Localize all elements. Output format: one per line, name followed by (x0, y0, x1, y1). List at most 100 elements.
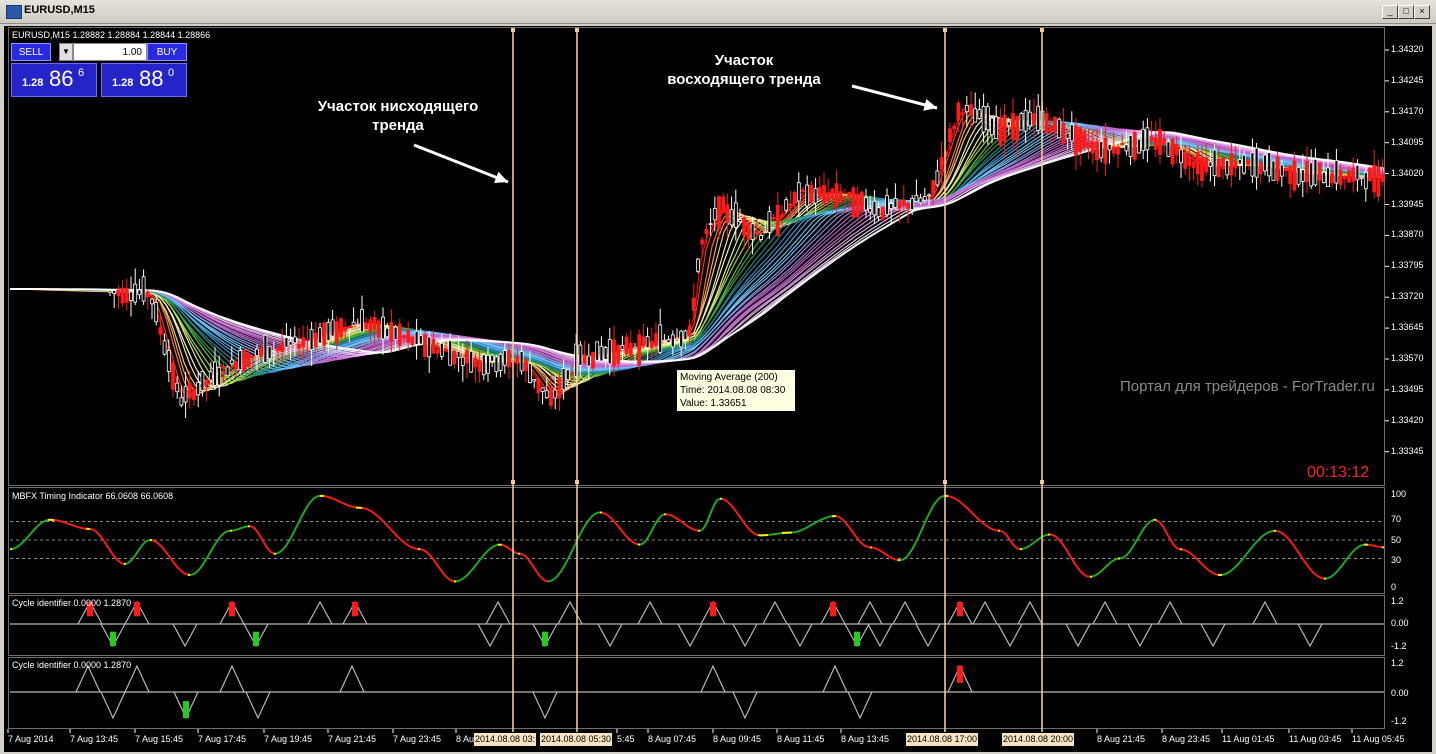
candle-body (994, 116, 999, 139)
vertical-marker-handle[interactable] (943, 28, 947, 32)
sell-button[interactable]: SELL (11, 43, 51, 61)
mbfx-segment (707, 514, 711, 521)
vertical-marker-handle[interactable] (575, 480, 579, 484)
vertical-marker-handle[interactable] (1040, 28, 1044, 32)
candle-body (154, 302, 159, 323)
buy-button[interactable]: BUY (147, 43, 187, 61)
candle-body (1246, 160, 1251, 166)
mbfx-segment (1061, 542, 1065, 547)
vertical-marker-handle[interactable] (511, 28, 515, 32)
mbfx-segment (957, 499, 961, 503)
mbfx-segment (75, 525, 79, 529)
mbfx-segment (473, 564, 477, 569)
mbfx-segment (439, 568, 443, 573)
vertical-marker-handle[interactable] (575, 28, 579, 32)
moving-average-line (10, 122, 1385, 371)
main-y-tick-label: 1.34320 (1391, 44, 1424, 54)
candle-body (1174, 144, 1179, 156)
candle-body (1200, 157, 1204, 181)
mbfx-segment (1007, 536, 1011, 541)
cycle-signal-bar (253, 631, 259, 646)
mbfx-segment (749, 529, 753, 533)
mbfx-segment (849, 527, 853, 532)
mbfx-segment (907, 552, 911, 556)
mbfx-segment (295, 523, 299, 529)
ask-price-box[interactable]: 1.28 88 0 (101, 63, 187, 97)
mbfx-segment (315, 495, 319, 498)
mbfx-segment (67, 522, 71, 526)
candle-body (1107, 144, 1112, 151)
mbfx-segment (563, 562, 567, 567)
vertical-marker-handle[interactable] (511, 480, 515, 484)
mbfx-segment (1289, 540, 1293, 544)
mbfx-segment (449, 578, 453, 582)
mbfx-segment (1057, 537, 1061, 542)
x-axis-crosshair-date: 2014.08.08 03: (474, 733, 537, 746)
watermark-text: Портал для трейдеров - ForTrader.ru (1120, 378, 1375, 395)
mbfx-segment (727, 501, 731, 505)
mbfx-segment (1253, 541, 1257, 546)
mbfx-segment (723, 498, 727, 502)
bid-price-prefix: 1.28 (22, 77, 44, 89)
candle-body (712, 208, 717, 221)
candle-body (234, 361, 238, 370)
candle-body (935, 170, 940, 186)
mbfx-segment (801, 528, 805, 531)
candle-body (599, 345, 604, 362)
mbfx-segment (531, 563, 535, 569)
mbfx-segment (939, 495, 943, 499)
candle-body (649, 340, 654, 349)
mbfx-segment (1063, 545, 1067, 550)
cycle-1-y-tick-label: 1.2 (1391, 596, 1404, 606)
mbfx-segment (217, 536, 221, 541)
mbfx-segment (1083, 573, 1087, 577)
mbfx-segment (1291, 542, 1295, 547)
cycle-spike (477, 623, 503, 648)
mbfx-segment (1149, 519, 1153, 523)
candle-body (1204, 157, 1209, 173)
candle-body (565, 369, 570, 380)
mbfx-segment (493, 544, 497, 548)
mbfx-segment (701, 527, 705, 531)
mbfx-segment (691, 527, 695, 531)
mbfx-segment (475, 561, 479, 566)
candle-body (120, 287, 125, 304)
mbfx-segment (1185, 549, 1189, 553)
lot-decrease-button[interactable]: ▼ (59, 43, 73, 61)
candle-body (641, 336, 646, 346)
candle-body (792, 192, 797, 205)
mbfx-segment (99, 534, 103, 539)
mbfx-segment (1329, 575, 1333, 579)
candle-body (1116, 146, 1120, 155)
mbfx-segment (423, 549, 427, 553)
mbfx-segment (603, 512, 607, 516)
candle-body (742, 217, 747, 236)
mbfx-segment (1233, 565, 1237, 569)
candle-body (1124, 144, 1129, 152)
mbfx-segment (305, 504, 309, 510)
mbfx-segment (1349, 552, 1353, 556)
mbfx-segment (1237, 561, 1241, 565)
mbfx-segment (399, 538, 403, 542)
mbfx-segment (903, 556, 907, 560)
mbfx-segment (1169, 538, 1173, 543)
mbfx-segment (743, 522, 747, 526)
bid-price-box[interactable]: 1.28 86 6 (11, 63, 97, 97)
mbfx-segment (457, 579, 461, 582)
mbfx-segment (673, 515, 677, 519)
vertical-marker-handle[interactable] (1040, 480, 1044, 484)
mbfx-segment (1197, 559, 1201, 563)
candle-body (1187, 156, 1192, 167)
mbfx-segment (125, 562, 129, 565)
vertical-marker-handle[interactable] (943, 480, 947, 484)
mbfx-segment (991, 528, 995, 531)
one-click-trade-panel: SELL ▼ 1.00 ▲ BUY 1.28 86 6 1.28 88 0 (11, 43, 187, 97)
mbfx-segment (173, 562, 177, 567)
mbfx-segment (739, 516, 743, 521)
candle-body (322, 322, 327, 346)
candle-body (1006, 121, 1011, 126)
mbfx-segment (721, 497, 725, 501)
mbfx-segment (1105, 564, 1109, 568)
bid-price-main: 86 (49, 66, 74, 91)
lot-size-input[interactable]: 1.00 (73, 43, 147, 61)
